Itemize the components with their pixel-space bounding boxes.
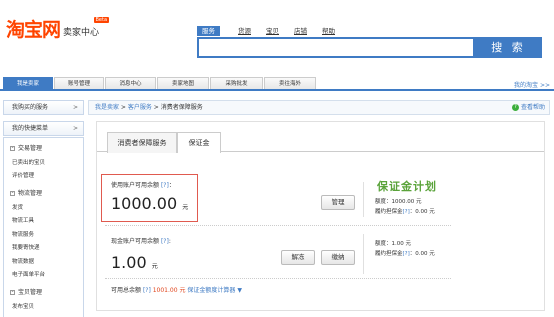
- divider: [363, 234, 364, 274]
- nav-account[interactable]: 账号管理: [54, 77, 104, 89]
- chevron-down-icon[interactable]: ▼: [237, 287, 242, 294]
- sidebar-purchased-services[interactable]: 我购买的服务 >: [3, 100, 84, 115]
- chevron-right-icon: >: [72, 125, 78, 132]
- chevron-right-icon: >: [72, 104, 78, 111]
- help-question-link[interactable]: [?]: [143, 287, 151, 294]
- tab-deposit[interactable]: 保证金: [177, 132, 221, 153]
- account-performance: 履约担保金[?]：0.00 元: [375, 207, 435, 215]
- account-quota: 额度：1000.00 元: [375, 199, 422, 205]
- help-question-link[interactable]: [?]: [161, 238, 169, 245]
- collapse-icon[interactable]: -: [10, 191, 15, 196]
- sidebar-tab-label: 我购买的服务: [12, 104, 49, 111]
- search-button[interactable]: 搜 索: [475, 37, 542, 58]
- content-tabs: 消费者保障服务 保证金: [97, 132, 544, 153]
- cash-quota: 额度：1.00 元: [375, 241, 411, 247]
- nav-seller-map[interactable]: 卖家地图: [157, 77, 209, 89]
- collapse-icon[interactable]: -: [10, 146, 15, 151]
- quota-calculator-link[interactable]: 保证金额度计算器: [187, 287, 235, 294]
- amount-unit: 元: [182, 204, 189, 211]
- account-balance-amount: 1000.00 元: [111, 194, 188, 213]
- sidebar-group-logistics[interactable]: - 物流管理: [10, 188, 83, 197]
- logo-main-text: 淘宝网: [6, 19, 61, 41]
- search-input[interactable]: [197, 37, 475, 58]
- help-icon: ?: [511, 104, 519, 111]
- help-label: 查看帮助: [520, 104, 545, 111]
- beta-badge: Beta: [93, 17, 110, 23]
- sidebar-tab-label: 我的快捷菜单: [12, 125, 49, 132]
- nav-messages[interactable]: 消息中心: [105, 77, 156, 89]
- breadcrumb-seller[interactable]: 我是卖家: [95, 104, 119, 111]
- cash-balance-amount: 1.00 元: [111, 253, 158, 272]
- breadcrumb: 我是卖家 > 客户服务 > 消费者保障服务 ? 查看帮助: [88, 100, 550, 115]
- label-text: 现金账户可用余额: [111, 238, 160, 245]
- my-taobao-link[interactable]: 我的淘宝 >>: [514, 80, 550, 89]
- nav-seller[interactable]: 我是卖家: [3, 77, 53, 89]
- sidebar-menu: - 交易管理 已卖出的宝贝 评价管理 - 物流管理 发货 物流工具 物流服务 我要寄…: [3, 137, 84, 317]
- breadcrumb-separator: >: [151, 104, 161, 111]
- deposit-plan-logo: 保证金计划: [377, 180, 437, 193]
- group-title: 宝贝管理: [18, 289, 43, 296]
- collapse-icon[interactable]: -: [10, 290, 15, 295]
- total-balance-line: 可用总余额 [?] 1001.00 元 保证金额度计算器 ▼: [111, 285, 242, 294]
- group-title: 物流管理: [18, 190, 43, 197]
- nav-overseas[interactable]: 卖往海外: [264, 77, 316, 89]
- label-text: 履约担保金: [375, 209, 403, 215]
- search-tab-item[interactable]: 宝贝: [266, 26, 279, 36]
- value-text: ：0.00 元: [409, 209, 435, 215]
- amount-value: 1000.00: [111, 194, 178, 213]
- search-type-tabs: 服务 货源 宝贝 店铺 帮助: [197, 26, 335, 36]
- sidebar-item-logistics-tools[interactable]: 物流工具: [10, 216, 83, 224]
- breadcrumb-customer-service[interactable]: 客户服务: [128, 104, 152, 111]
- logo-sub-text: 卖家中心 Beta: [63, 17, 110, 38]
- label-colon: ：: [168, 182, 175, 189]
- label-text: 使用账户可用余额: [111, 182, 160, 189]
- search-tab-shop[interactable]: 店铺: [294, 26, 307, 36]
- sidebar-group-trade[interactable]: - 交易管理: [10, 143, 83, 152]
- sidebar-quick-menu[interactable]: 我的快捷菜单 >: [3, 121, 84, 136]
- sidebar-item-e-waybill[interactable]: 电子面单平台: [10, 270, 83, 278]
- tab-consumer-protection[interactable]: 消费者保障服务: [107, 132, 177, 153]
- label-text: 履约担保金: [375, 251, 403, 257]
- unfreeze-button[interactable]: 解冻: [281, 250, 315, 265]
- sidebar-item-ship[interactable]: 发货: [10, 203, 83, 211]
- sidebar-group-items[interactable]: - 宝贝管理: [10, 287, 83, 296]
- main-content: 消费者保障服务 保证金 使用账户可用余额 [?]： 1000.00 元 管理 保…: [96, 121, 545, 311]
- amount-value: 1.00: [111, 253, 147, 272]
- taobao-logo[interactable]: 淘宝网 卖家中心 Beta: [6, 16, 110, 41]
- search-tab-help[interactable]: 帮助: [322, 26, 335, 36]
- sidebar-item-logistics-data[interactable]: 物流数据: [10, 257, 83, 265]
- group-title: 交易管理: [18, 145, 43, 152]
- sidebar-item-publish[interactable]: 发布宝贝: [10, 302, 83, 310]
- sidebar-item-logistics-service[interactable]: 物流服务: [10, 230, 83, 238]
- cash-balance-label: 现金账户可用余额 [?]:: [111, 236, 171, 245]
- breadcrumb-separator: >: [119, 104, 128, 111]
- section-divider: [105, 278, 451, 279]
- help-link[interactable]: ? 查看帮助: [511, 101, 545, 114]
- search-tab-service[interactable]: 服务: [197, 26, 220, 36]
- main-navbar: 我是卖家 账号管理 消息中心 卖家地图 采购批发 卖往海外 我的淘宝 >>: [0, 77, 554, 91]
- cash-performance: 履约担保金[?]：0.00 元: [375, 249, 435, 257]
- amount-unit: 元: [151, 263, 158, 270]
- search-tab-supply[interactable]: 货源: [238, 26, 251, 36]
- help-question-link[interactable]: [?]: [403, 209, 410, 215]
- total-label: 可用总余额: [111, 287, 142, 294]
- account-balance-label: 使用账户可用余额 [?]：: [111, 180, 175, 189]
- manage-button[interactable]: 管理: [321, 195, 355, 210]
- help-question-link[interactable]: [?]: [161, 182, 169, 189]
- label-colon: :: [168, 238, 171, 245]
- logo-sub-label: 卖家中心: [63, 28, 100, 38]
- breadcrumb-current: 消费者保障服务: [160, 104, 203, 111]
- divider: [363, 182, 364, 217]
- nav-wholesale[interactable]: 采购批发: [210, 77, 263, 89]
- help-question-link[interactable]: [?]: [403, 251, 410, 257]
- section-divider: [105, 225, 451, 226]
- sidebar-item-reviews[interactable]: 评价管理: [10, 171, 83, 179]
- pay-button[interactable]: 缴纳: [321, 250, 355, 265]
- sidebar-item-sold-items[interactable]: 已卖出的宝贝: [10, 158, 83, 166]
- total-amount: 1001.00 元: [152, 287, 186, 294]
- sidebar-item-express[interactable]: 我要寄快递: [10, 243, 83, 251]
- value-text: ：0.00 元: [409, 251, 435, 257]
